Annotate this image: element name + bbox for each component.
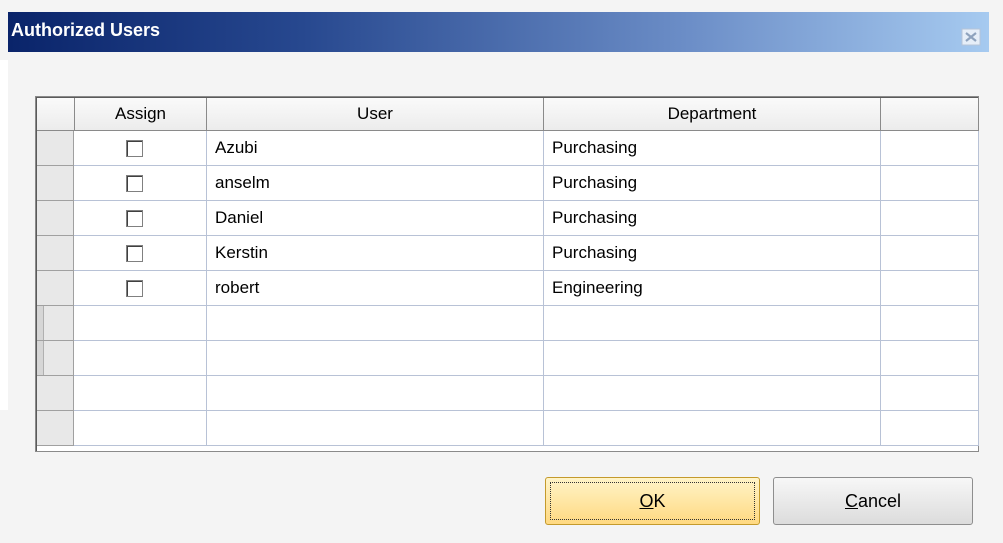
column-header-label: Assign xyxy=(114,104,167,123)
assign-checkbox[interactable] xyxy=(126,175,143,192)
user-cell[interactable]: Azubi xyxy=(207,131,544,166)
empty-table-row[interactable] xyxy=(37,376,979,411)
assign-checkbox[interactable] xyxy=(126,245,143,262)
column-header-department[interactable]: Department xyxy=(544,98,881,131)
filler-cell xyxy=(881,271,979,306)
user-cell[interactable] xyxy=(207,306,544,341)
assign-cell[interactable] xyxy=(74,306,207,341)
focus-rectangle xyxy=(550,482,755,520)
department-cell[interactable] xyxy=(544,411,881,446)
table-row[interactable]: Azubi Purchasing xyxy=(37,131,979,166)
assign-cell[interactable] xyxy=(74,376,207,411)
empty-table-row[interactable] xyxy=(37,411,979,446)
filler-cell xyxy=(881,411,979,446)
column-header-label: Department xyxy=(667,104,757,123)
window-left-edge xyxy=(0,60,8,410)
department-cell[interactable]: Purchasing xyxy=(544,236,881,271)
authorized-users-dialog: Authorized Users Assign User Department … xyxy=(0,0,1003,543)
filler-cell xyxy=(881,236,979,271)
cancel-button[interactable]: Cancel xyxy=(773,477,973,525)
row-selector[interactable] xyxy=(37,236,74,271)
table-row[interactable]: anselm Purchasing xyxy=(37,166,979,201)
assign-cell[interactable] xyxy=(74,131,207,166)
assign-cell[interactable] xyxy=(74,411,207,446)
filler-cell xyxy=(881,376,979,411)
filler-cell xyxy=(881,166,979,201)
row-selector[interactable] xyxy=(37,376,74,411)
row-header-corner xyxy=(37,98,75,131)
assign-checkbox[interactable] xyxy=(126,140,143,157)
user-cell[interactable]: robert xyxy=(207,271,544,306)
assign-cell[interactable] xyxy=(74,166,207,201)
user-cell[interactable] xyxy=(207,376,544,411)
user-cell[interactable]: Kerstin xyxy=(207,236,544,271)
department-cell[interactable]: Engineering xyxy=(544,271,881,306)
dialog-title: Authorized Users xyxy=(11,20,161,40)
user-cell[interactable] xyxy=(207,411,544,446)
user-cell[interactable] xyxy=(207,341,544,376)
department-cell[interactable]: Purchasing xyxy=(544,131,881,166)
close-icon xyxy=(961,28,981,46)
empty-table-row[interactable] xyxy=(37,306,979,341)
table-row[interactable]: robert Engineering xyxy=(37,271,979,306)
assign-cell[interactable] xyxy=(74,236,207,271)
users-grid: Assign User Department Azubi Purchasing an… xyxy=(35,96,979,452)
column-header-filler xyxy=(881,98,978,131)
user-cell[interactable]: anselm xyxy=(207,166,544,201)
column-header-user[interactable]: User xyxy=(207,98,544,131)
filler-cell xyxy=(881,306,979,341)
filler-cell xyxy=(881,131,979,166)
user-cell[interactable]: Daniel xyxy=(207,201,544,236)
row-selector[interactable] xyxy=(37,131,74,166)
filler-cell xyxy=(881,341,979,376)
row-selector[interactable] xyxy=(37,306,74,341)
title-bar: Authorized Users xyxy=(8,12,989,52)
table-row[interactable]: Daniel Purchasing xyxy=(37,201,979,236)
department-cell[interactable] xyxy=(544,376,881,411)
column-header-label: User xyxy=(357,104,393,123)
row-selector[interactable] xyxy=(37,166,74,201)
row-selector[interactable] xyxy=(37,411,74,446)
empty-table-row[interactable] xyxy=(37,341,979,376)
assign-cell[interactable] xyxy=(74,201,207,236)
department-cell[interactable]: Purchasing xyxy=(544,166,881,201)
assign-checkbox[interactable] xyxy=(126,280,143,297)
filler-cell xyxy=(881,201,979,236)
close-button[interactable] xyxy=(960,26,984,48)
row-selector[interactable] xyxy=(37,271,74,306)
assign-cell[interactable] xyxy=(74,271,207,306)
assign-cell[interactable] xyxy=(74,341,207,376)
column-header-assign[interactable]: Assign xyxy=(75,98,207,131)
department-cell[interactable] xyxy=(544,306,881,341)
ok-button[interactable]: OK xyxy=(545,477,760,525)
row-selector[interactable] xyxy=(37,341,74,376)
row-selector[interactable] xyxy=(37,201,74,236)
assign-checkbox[interactable] xyxy=(126,210,143,227)
table-row[interactable]: Kerstin Purchasing xyxy=(37,236,979,271)
department-cell[interactable]: Purchasing xyxy=(544,201,881,236)
cancel-label: Cancel xyxy=(844,490,902,511)
department-cell[interactable] xyxy=(544,341,881,376)
